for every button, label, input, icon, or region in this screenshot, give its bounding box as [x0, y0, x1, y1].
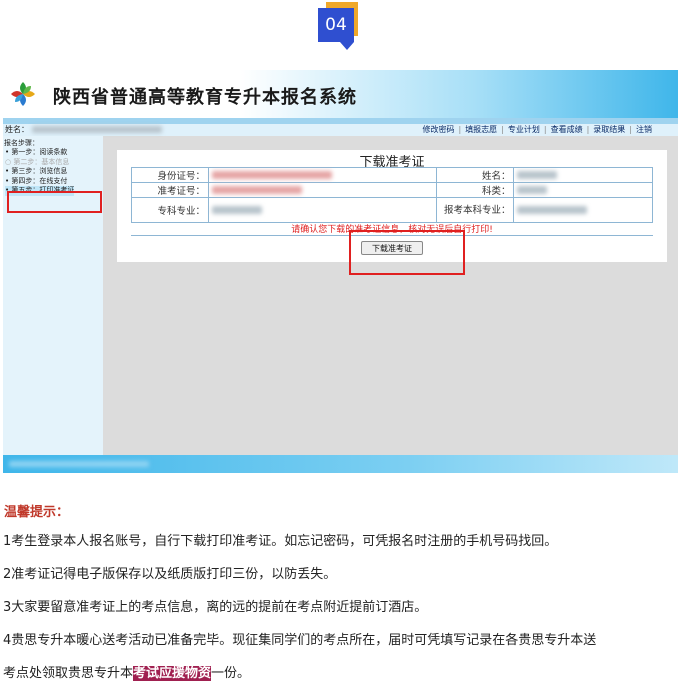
- major-value: [207, 197, 438, 223]
- tip-item-1: 1考生登录本人报名账号，自行下载打印准考证。如忘记密码，可凭报名时注册的手机号码…: [3, 534, 558, 549]
- step-badge: 04: [318, 2, 362, 52]
- user-label: 姓名：: [5, 125, 29, 134]
- top-nav: 姓名： 修改密码 | 填报志愿 | 专业计划 | 查看成绩 | 录取结果 | 注销: [3, 124, 678, 136]
- system-title: 陕西省普通高等教育专升本报名系统: [53, 87, 357, 108]
- name-label: 姓名：: [436, 167, 515, 183]
- user-info: 姓名：: [5, 124, 162, 136]
- tip-item-5-end: 一份。: [211, 666, 251, 681]
- nav-view-scores[interactable]: 查看成绩: [551, 125, 583, 134]
- nav-major-plan[interactable]: 专业计划: [508, 125, 540, 134]
- category-label: 科类：: [436, 182, 515, 198]
- step-list: • 第一步：阅读条款 ○ 第二步：基本信息 • 第三步：浏览信息 • 第四步：在…: [5, 148, 75, 196]
- highlight-box-download: [349, 230, 465, 275]
- name-value: [513, 167, 653, 183]
- sidebar-heading: 报名步骤：: [4, 139, 39, 147]
- tip-item-2: 2准考证记得电子版保存以及纸质版打印三份，以防丢失。: [3, 567, 337, 582]
- sidebar-item-step2[interactable]: ○ 第二步：基本信息: [5, 158, 74, 168]
- blurred-footer-text: [9, 461, 149, 467]
- sidebar-item-step4[interactable]: • 第四步：在线支付: [5, 177, 74, 187]
- system-footer: [3, 455, 678, 473]
- system-screenshot: 陕西省普通高等教育专升本报名系统 姓名： 修改密码 | 填报志愿 | 专业计划 | 查看成绩…: [3, 70, 678, 473]
- highlighted-gift-text: 考试应援物资: [133, 666, 212, 681]
- highlight-box-step5: [7, 191, 102, 213]
- nav-logout[interactable]: 注销: [636, 125, 652, 134]
- badge-pointer: [340, 42, 354, 50]
- ticket-value: [207, 182, 438, 198]
- tip-item-5: 考点处领取贵思专升本考试应援物资一份。: [3, 662, 250, 681]
- sidebar-item-step1[interactable]: • 第一步：阅读条款: [5, 148, 74, 158]
- major-label: 专科专业：: [131, 197, 209, 223]
- step-number: 04: [318, 8, 354, 42]
- nav-change-password[interactable]: 修改密码: [422, 125, 454, 134]
- table-row: 准考证号： 科类：: [131, 182, 653, 198]
- tips-title: 温馨提示：: [4, 505, 70, 520]
- nav-admission-result[interactable]: 录取结果: [593, 125, 625, 134]
- target-major-value: [513, 197, 653, 223]
- sidebar-item-step3[interactable]: • 第三步：浏览信息: [5, 167, 74, 177]
- system-header: 陕西省普通高等教育专升本报名系统: [3, 70, 678, 118]
- tip-item-5-text: 考点处领取贵思专升本: [3, 666, 134, 681]
- target-major-label: 报考本科专业：: [436, 197, 515, 223]
- id-label: 身份证号：: [131, 167, 209, 183]
- id-value: [207, 167, 438, 183]
- nav-fill-choices[interactable]: 填报志愿: [465, 125, 497, 134]
- table-row: 身份证号： 姓名：: [131, 167, 653, 183]
- blurred-user-info: [31, 126, 162, 133]
- tip-item-3: 3大家要留意准考证上的考点信息，离的远的提前在考点附近提前订酒店。: [3, 600, 428, 615]
- logo-icon: [11, 82, 35, 106]
- ticket-label: 准考证号：: [131, 182, 209, 198]
- category-value: [513, 182, 653, 198]
- table-row: 专科专业： 报考本科专业：: [131, 197, 653, 223]
- tip-item-4: 4贵思专升本暖心送考活动已准备完毕。现征集同学们的考点所在，届时可凭填写记录在各…: [3, 633, 597, 648]
- ticket-info-table: 身份证号： 姓名： 准考证号： 科类： 专科专业： 报考本科专业：: [131, 167, 653, 223]
- nav-links: 修改密码 | 填报志愿 | 专业计划 | 查看成绩 | 录取结果 | 注销: [422, 125, 652, 134]
- sidebar: 报名步骤： • 第一步：阅读条款 ○ 第二步：基本信息 • 第三步：浏览信息 •…: [3, 136, 103, 455]
